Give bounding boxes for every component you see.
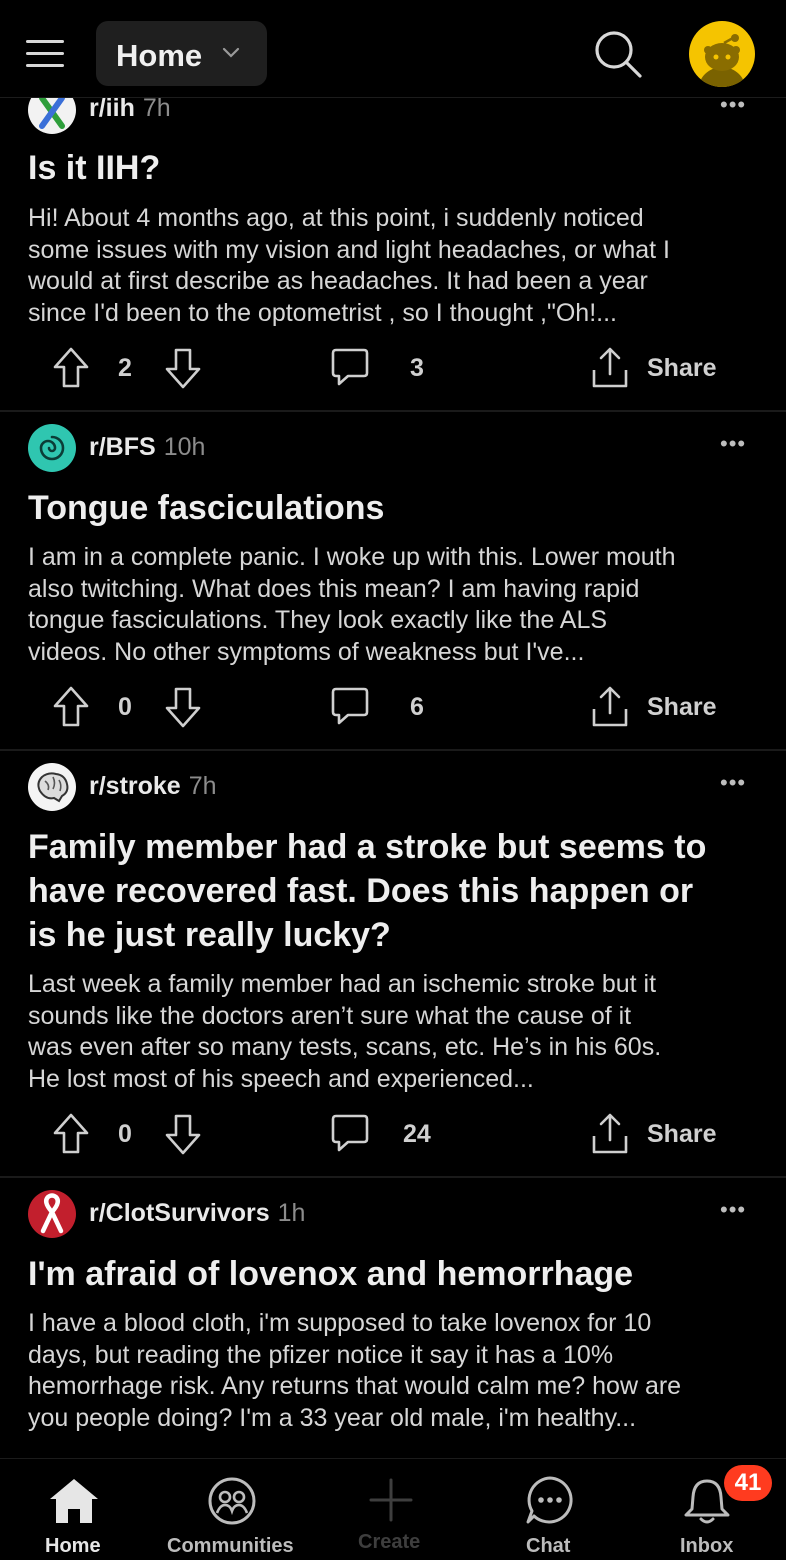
share-icon[interactable] [590,1112,630,1156]
tab-home[interactable]: Home [34,1459,114,1560]
tab-label: Home [45,1535,101,1557]
post-card[interactable]: r/ClotSurvivors 1h ••• I'm afraid of love… [0,1178,786,1458]
comment-icon[interactable] [330,1112,370,1154]
tab-communities[interactable]: Communities [164,1459,304,1560]
tab-label: Create [358,1531,421,1553]
post-body-line: Hi! About 4 months ago, at this point, i… [28,204,644,232]
subreddit-name[interactable]: r/BFS [89,433,156,461]
tab-label: Chat [526,1535,571,1557]
comment-count: 24 [403,1120,431,1148]
top-header: Home [0,0,786,98]
more-options-icon[interactable]: ••• [720,431,746,457]
tab-chat[interactable]: Chat [510,1459,590,1560]
post-body-line: since I'd been to the optometrist , so I… [28,298,617,327]
menu-icon[interactable] [26,36,66,70]
vote-count: 0 [118,693,132,721]
post-body-line: tongue fasciculations. They look exactly… [28,606,608,634]
post-title[interactable]: I'm afraid of lovenox and hemorrhage [28,1252,758,1296]
post-title-line: Family member had a stroke but seems to [28,828,707,866]
upvote-icon[interactable] [52,346,90,390]
share-icon[interactable] [590,685,630,729]
comment-icon[interactable] [330,346,370,388]
post-card[interactable]: r/BFS 10h ••• Tongue fasciculations I am … [0,412,786,749]
chevron-down-icon [222,47,240,58]
subreddit-icon[interactable] [28,763,76,811]
subreddit-name[interactable]: r/ClotSurvivors [89,1199,270,1227]
inbox-badge: 41 [724,1465,772,1501]
post-body-line: I am in a complete panic. I woke up with… [28,543,676,571]
communities-icon [208,1477,256,1525]
post-body-line: Last week a family member had an ischemi… [28,970,657,998]
upvote-icon[interactable] [52,1112,90,1156]
post-meta: r/stroke 7h [89,772,217,801]
vote-count: 2 [118,354,132,382]
post-time: 7h [188,772,217,800]
post-body-line: sounds like the doctors aren’t sure what… [28,1001,632,1030]
post-body-line: also twitching. What does this mean? I a… [28,574,640,603]
feed-label: Home [116,38,203,73]
subreddit-icon[interactable] [28,424,76,472]
post-body-line: would at first describe as headaches. It… [28,267,648,295]
downvote-icon[interactable] [164,346,202,390]
post-body-line: you people doing? I'm a 33 year old male… [28,1403,637,1432]
post-body-line: videos. No other symptoms of weakness bu… [28,637,585,666]
post-time: 1h [277,1199,306,1227]
avatar[interactable] [689,21,755,87]
more-options-icon[interactable]: ••• [720,770,746,796]
post-body-line: was even after so many tests, scans, etc… [28,1033,662,1061]
plus-icon [369,1478,413,1522]
post-body-line: I have a blood cloth, i'm supposed to ta… [28,1309,652,1337]
comment-icon[interactable] [330,685,370,727]
post-title[interactable]: Tongue fasciculations [28,486,758,530]
subreddit-name[interactable]: r/stroke [89,772,181,800]
post-card[interactable]: r/stroke 7h ••• Family member had a strok… [0,751,786,1176]
post-actions: 0 24 Share [0,1112,786,1162]
share-button[interactable]: Share [647,693,716,722]
share-button[interactable]: Share [647,1120,716,1149]
post-body-line: days, but reading the pfizer notice it s… [28,1340,614,1369]
post-body-line: some issues with my vision and light hea… [28,235,670,264]
share-icon[interactable] [590,346,630,390]
more-options-icon[interactable]: ••• [720,1197,746,1223]
tab-label: Communities [167,1535,294,1557]
post-body: I have a blood cloth, i'm supposed to ta… [28,1308,758,1434]
downvote-icon[interactable] [164,1112,202,1156]
subreddit-name[interactable]: r/iih [89,94,135,122]
home-icon [50,1479,98,1523]
feed-selector[interactable]: Home [96,21,267,86]
comment-count: 3 [410,354,424,382]
post-body: I am in a complete panic. I woke up with… [28,542,758,668]
post-title-line: have recovered fast. Does this happen or [28,872,694,910]
search-icon[interactable] [592,28,644,80]
post-actions: 0 6 Share [0,685,786,735]
post-meta: r/iih 7h [89,94,171,123]
post-body-line: He lost most of his speech and experienc… [28,1064,534,1093]
post-meta: r/ClotSurvivors 1h [89,1199,305,1228]
downvote-icon[interactable] [164,685,202,729]
post-time: 7h [142,94,171,122]
upvote-icon[interactable] [52,685,90,729]
share-button[interactable]: Share [647,354,716,383]
chat-icon [526,1476,573,1524]
post-title-line: is he just really lucky? [28,916,391,954]
post-title[interactable]: Family member had a stroke but seems to … [28,825,758,957]
tab-create[interactable]: Create [350,1459,430,1560]
post-actions: 2 3 Share [0,346,786,396]
post-body: Last week a family member had an ischemi… [28,969,758,1095]
vote-count: 0 [118,1120,132,1148]
bottom-tab-bar: Home Communities Create Chat Inbox [0,1458,786,1560]
post-time: 10h [163,433,206,461]
post-body: Hi! About 4 months ago, at this point, i… [28,203,758,329]
comment-count: 6 [410,693,424,721]
post-meta: r/BFS 10h [89,433,205,462]
subreddit-icon[interactable] [28,1190,76,1238]
post-title[interactable]: Is it IIH? [28,146,758,190]
post-body-line: hemorrhage risk. Any returns that would … [28,1372,682,1400]
tab-label: Inbox [680,1535,734,1557]
